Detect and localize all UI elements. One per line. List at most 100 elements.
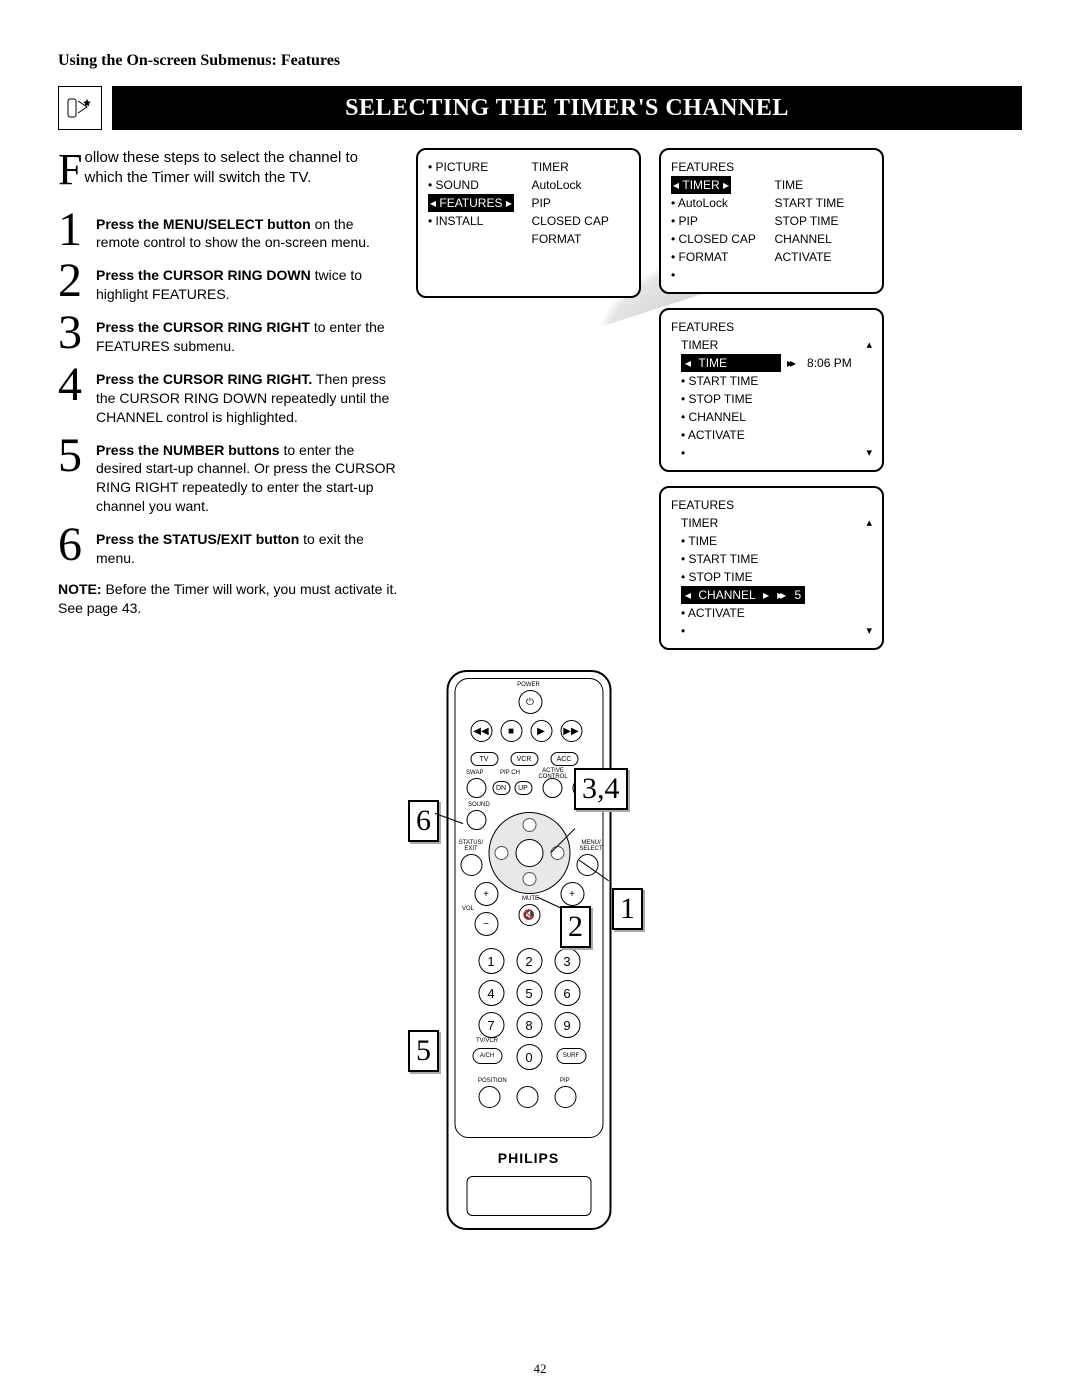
play-button[interactable]: ▶	[530, 720, 552, 742]
pipch-up-button[interactable]: UP	[514, 781, 532, 795]
instruction-column: Follow these steps to select the channel…	[58, 148, 398, 1230]
osd-item-channel-selected: ◂ CHANNEL ▸ 5	[681, 586, 805, 604]
vol-up-button[interactable]: +	[474, 882, 498, 906]
osd-sub-autolock: AutoLock	[532, 176, 630, 194]
swap-label: SWAP	[466, 770, 483, 776]
num-6-button[interactable]: 6	[554, 980, 580, 1006]
osd-item-time-selected: ◂ TIME	[681, 354, 781, 372]
up-arrow-icon	[866, 515, 872, 532]
osd-timer-channel: FEATURES TIMER TIME START TIME STOP TIME…	[659, 486, 884, 650]
callout-3-4: 3,4	[574, 768, 628, 810]
brand-logo: PHILIPS	[448, 1150, 609, 1166]
battery-cover	[466, 1176, 591, 1216]
ch-up-button[interactable]: +	[560, 882, 584, 906]
num-3-button[interactable]: 3	[554, 948, 580, 974]
num-5-button[interactable]: 5	[516, 980, 542, 1006]
step-number: 1	[58, 211, 88, 253]
step-4: 4 Press the CURSOR RING RIGHT. Then pres…	[58, 366, 398, 427]
cursor-ring-center[interactable]	[515, 839, 543, 867]
num-1-button[interactable]: 1	[478, 948, 504, 974]
osd-header2: TIMER	[681, 336, 718, 354]
step-bold: Press the CURSOR RING DOWN	[96, 267, 311, 283]
num-8-button[interactable]: 8	[516, 1012, 542, 1038]
osd-header1: FEATURES	[671, 496, 872, 514]
step-6: 6 Press the STATUS/EXIT button to exit t…	[58, 526, 398, 568]
pip-button[interactable]	[554, 1086, 576, 1108]
step-2: 2 Press the CURSOR RING DOWN twice to hi…	[58, 262, 398, 304]
osd-features-menu: FEATURES ◂ TIMER ▸ AutoLock PIP CLOSED C…	[659, 148, 884, 294]
note-label: NOTE:	[58, 581, 102, 597]
vol-down-button[interactable]: −	[474, 912, 498, 936]
pipch-dn-button[interactable]: DN	[492, 781, 510, 795]
ach-button[interactable]: A/CH	[472, 1048, 502, 1064]
status-exit-button[interactable]	[460, 854, 482, 876]
surf-button[interactable]: SURF	[556, 1048, 586, 1064]
step-number: 5	[58, 437, 88, 517]
num-4-button[interactable]: 4	[478, 980, 504, 1006]
down-arrow-icon	[866, 623, 872, 640]
cursor-ring-right[interactable]	[550, 846, 564, 860]
active-control-button[interactable]	[542, 778, 562, 798]
stop-button[interactable]: ■	[500, 720, 522, 742]
vol-label: VOL	[462, 906, 474, 912]
osd-item: START TIME	[775, 194, 873, 212]
position-label: POSITION	[478, 1078, 507, 1084]
page-number: 42	[0, 1361, 1080, 1377]
ffwd-button[interactable]: ▶▶	[560, 720, 582, 742]
callout-6: 6	[408, 800, 439, 842]
rewind-button[interactable]: ◀◀	[470, 720, 492, 742]
intro-rest: ollow these steps to select the channel …	[84, 149, 358, 186]
step-number: 4	[58, 366, 88, 427]
num-9-button[interactable]: 9	[554, 1012, 580, 1038]
acc-source-button[interactable]: ACC	[550, 752, 578, 766]
swap-button[interactable]	[466, 778, 486, 798]
step-number: 6	[58, 526, 88, 568]
callout-1: 1	[612, 888, 643, 930]
cursor-ring-up[interactable]	[522, 818, 536, 832]
num-0-button[interactable]: 0	[516, 1044, 542, 1070]
osd-item-blank	[681, 622, 685, 640]
tv-source-button[interactable]: TV	[470, 752, 498, 766]
osd-item-blank	[671, 266, 769, 284]
step-number: 3	[58, 314, 88, 356]
sound-label: SOUND	[468, 802, 490, 808]
osd-item: TIME	[681, 532, 872, 550]
osd-sub-timer: TIMER	[532, 158, 630, 176]
intro-dropcap: F	[58, 148, 84, 187]
power-button[interactable]: ⏻	[518, 690, 542, 714]
illustration-column: PICTURE SOUND ◂ FEATURES ▸ INSTALL TIMER…	[416, 148, 1022, 1230]
section-breadcrumb: Using the On-screen Submenus: Features	[58, 52, 1022, 70]
step-bold: Press the STATUS/EXIT button	[96, 531, 299, 547]
down-arrow-icon	[866, 445, 872, 462]
osd-header1: FEATURES	[671, 318, 872, 336]
mute-button[interactable]: 🔇	[518, 904, 540, 926]
sound-button[interactable]	[466, 810, 486, 830]
callout-5: 5	[408, 1030, 439, 1072]
osd-item: CHANNEL	[681, 408, 872, 426]
osd-item: ACTIVATE	[775, 248, 873, 266]
note-body: Before the Timer will work, you must act…	[58, 581, 397, 616]
note: NOTE: Before the Timer will work, you mu…	[58, 580, 398, 618]
position-button[interactable]	[478, 1086, 500, 1108]
osd-item: PIP	[671, 212, 769, 230]
cursor-ring-down[interactable]	[522, 872, 536, 886]
status-label: STATUS/ EXIT	[456, 840, 486, 852]
pip-label: PIP	[560, 1078, 570, 1084]
menu-label: MENU/ SELECT	[576, 840, 606, 852]
osd-item-features-selected: ◂ FEATURES ▸	[428, 194, 514, 212]
osd-item: FORMAT	[671, 248, 769, 266]
pip-select-button[interactable]	[516, 1086, 538, 1108]
num-7-button[interactable]: 7	[478, 1012, 504, 1038]
remote-star-icon	[58, 86, 102, 130]
vcr-source-button[interactable]: VCR	[510, 752, 538, 766]
num-2-button[interactable]: 2	[516, 948, 542, 974]
step-1: 1 Press the MENU/SELECT button on the re…	[58, 211, 398, 253]
power-label: POWER	[448, 682, 609, 688]
heading-row: SELECTING THE TIMER'S CHANNEL	[58, 86, 1022, 130]
osd-item-sound: SOUND	[428, 176, 526, 194]
cursor-ring-left[interactable]	[494, 846, 508, 860]
pipch-label: PIP CH	[500, 770, 520, 776]
step-5: 5 Press the NUMBER buttons to enter the …	[58, 437, 398, 517]
osd-item: AutoLock	[671, 194, 769, 212]
osd-item: STOP TIME	[681, 568, 872, 586]
